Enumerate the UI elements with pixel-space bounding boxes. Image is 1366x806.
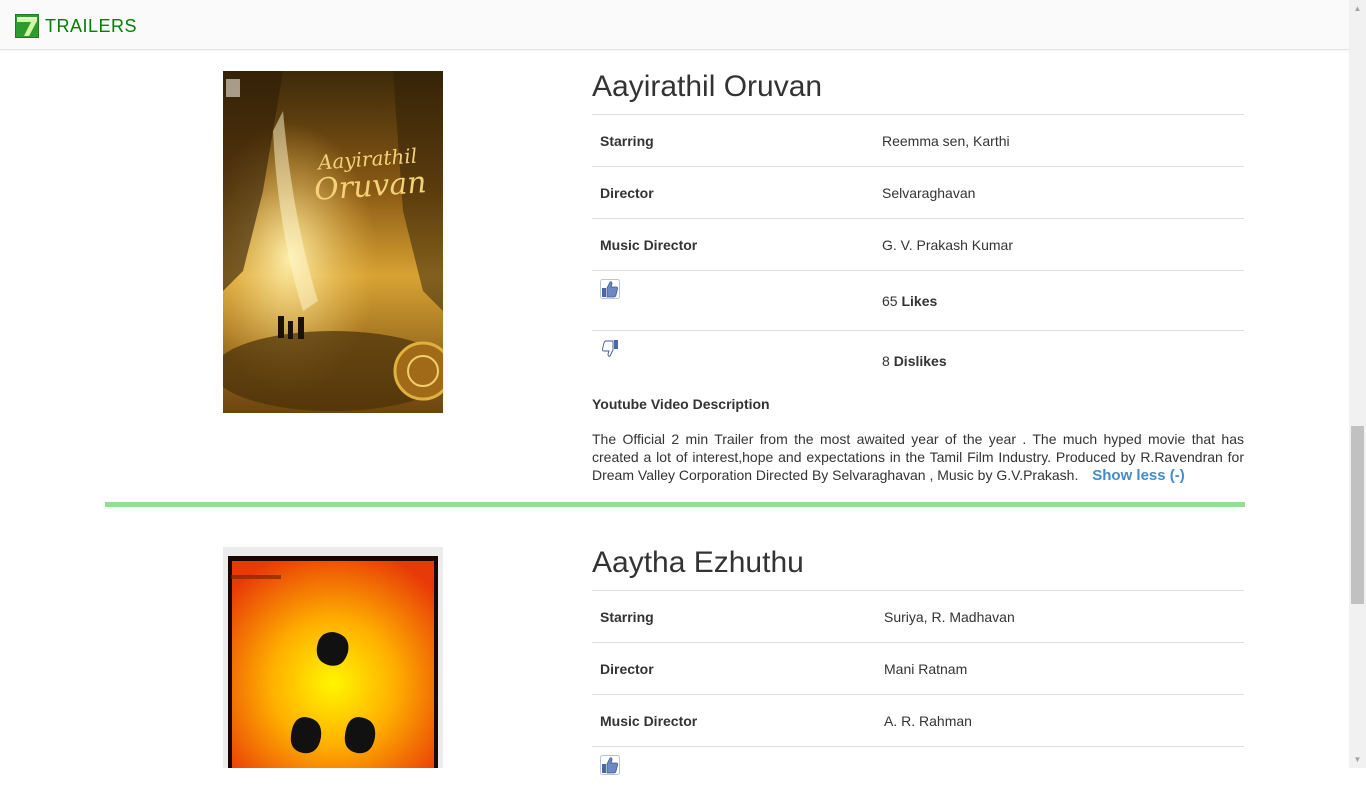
music-director-label: Music Director: [592, 219, 874, 271]
brand-label: TRAILERS: [45, 14, 137, 38]
vertical-scrollbar[interactable]: ▲ ▼: [1349, 0, 1366, 768]
table-row: Starring Suriya, R. Madhavan: [592, 591, 1244, 643]
thumbs-up-icon[interactable]: [600, 279, 620, 299]
movie-info-table: Starring Reemma sen, Karthi Director Sel…: [592, 114, 1244, 390]
director-label: Director: [592, 643, 874, 695]
music-director-value: G. V. Prakash Kumar: [874, 219, 1244, 271]
table-row: Music Director G. V. Prakash Kumar: [592, 219, 1244, 271]
brand-link[interactable]: TRAILERS: [15, 14, 137, 38]
like-cell: [592, 747, 874, 806]
table-row: Starring Reemma sen, Karthi: [592, 115, 1244, 167]
orange-three-dots-poster-icon: [223, 547, 443, 768]
director-value: Mani Ratnam: [874, 643, 1244, 695]
top-navbar: TRAILERS: [0, 0, 1349, 50]
scroll-up-icon[interactable]: ▲: [1349, 0, 1366, 17]
golden-cave-poster-icon: Aayirathil Oruvan: [223, 71, 443, 413]
music-director-value: A. R. Rahman: [874, 695, 1244, 747]
likes-value: 65 Likes: [874, 271, 1244, 331]
starring-label: Starring: [592, 591, 874, 643]
seven-logo-icon: [15, 14, 39, 38]
likes-label: Likes: [901, 293, 937, 309]
table-row: 8 Dislikes: [592, 331, 1244, 391]
thumbs-down-icon[interactable]: [600, 339, 620, 359]
table-row: [592, 747, 1244, 806]
director-value: Selvaraghavan: [874, 167, 1244, 219]
director-label: Director: [592, 167, 874, 219]
movie-poster-1[interactable]: Aayirathil Oruvan: [223, 71, 443, 413]
dislikes-label: Dislikes: [894, 353, 947, 369]
show-less-link[interactable]: Show less (-): [1092, 467, 1185, 484]
starring-label: Starring: [592, 115, 874, 167]
description-heading: Youtube Video Description: [592, 396, 770, 412]
description-text: The Official 2 min Trailer from the most…: [592, 430, 1244, 485]
movie-info-table: Starring Suriya, R. Madhavan Director Ma…: [592, 590, 1244, 806]
movie-title: Aaytha Ezhuthu: [592, 546, 804, 580]
starring-value: Reemma sen, Karthi: [874, 115, 1244, 167]
like-cell: [592, 271, 874, 331]
dislike-cell: [592, 331, 874, 391]
dislikes-value: 8 Dislikes: [874, 331, 1244, 391]
table-row: 65 Likes: [592, 271, 1244, 331]
starring-value: Suriya, R. Madhavan: [874, 591, 1244, 643]
table-row: Director Mani Ratnam: [592, 643, 1244, 695]
movie-separator: [105, 502, 1245, 507]
table-row: Director Selvaraghavan: [592, 167, 1244, 219]
movie-title: Aayirathil Oruvan: [592, 70, 822, 104]
music-director-label: Music Director: [592, 695, 874, 747]
likes-value: [874, 747, 1244, 806]
thumbs-up-icon[interactable]: [600, 755, 620, 775]
likes-count: 65: [882, 293, 898, 309]
movie-poster-2[interactable]: [223, 547, 443, 768]
scrollbar-thumb[interactable]: [1351, 426, 1364, 604]
dislikes-count: 8: [882, 353, 890, 369]
scroll-down-icon[interactable]: ▼: [1349, 751, 1366, 768]
table-row: Music Director A. R. Rahman: [592, 695, 1244, 747]
